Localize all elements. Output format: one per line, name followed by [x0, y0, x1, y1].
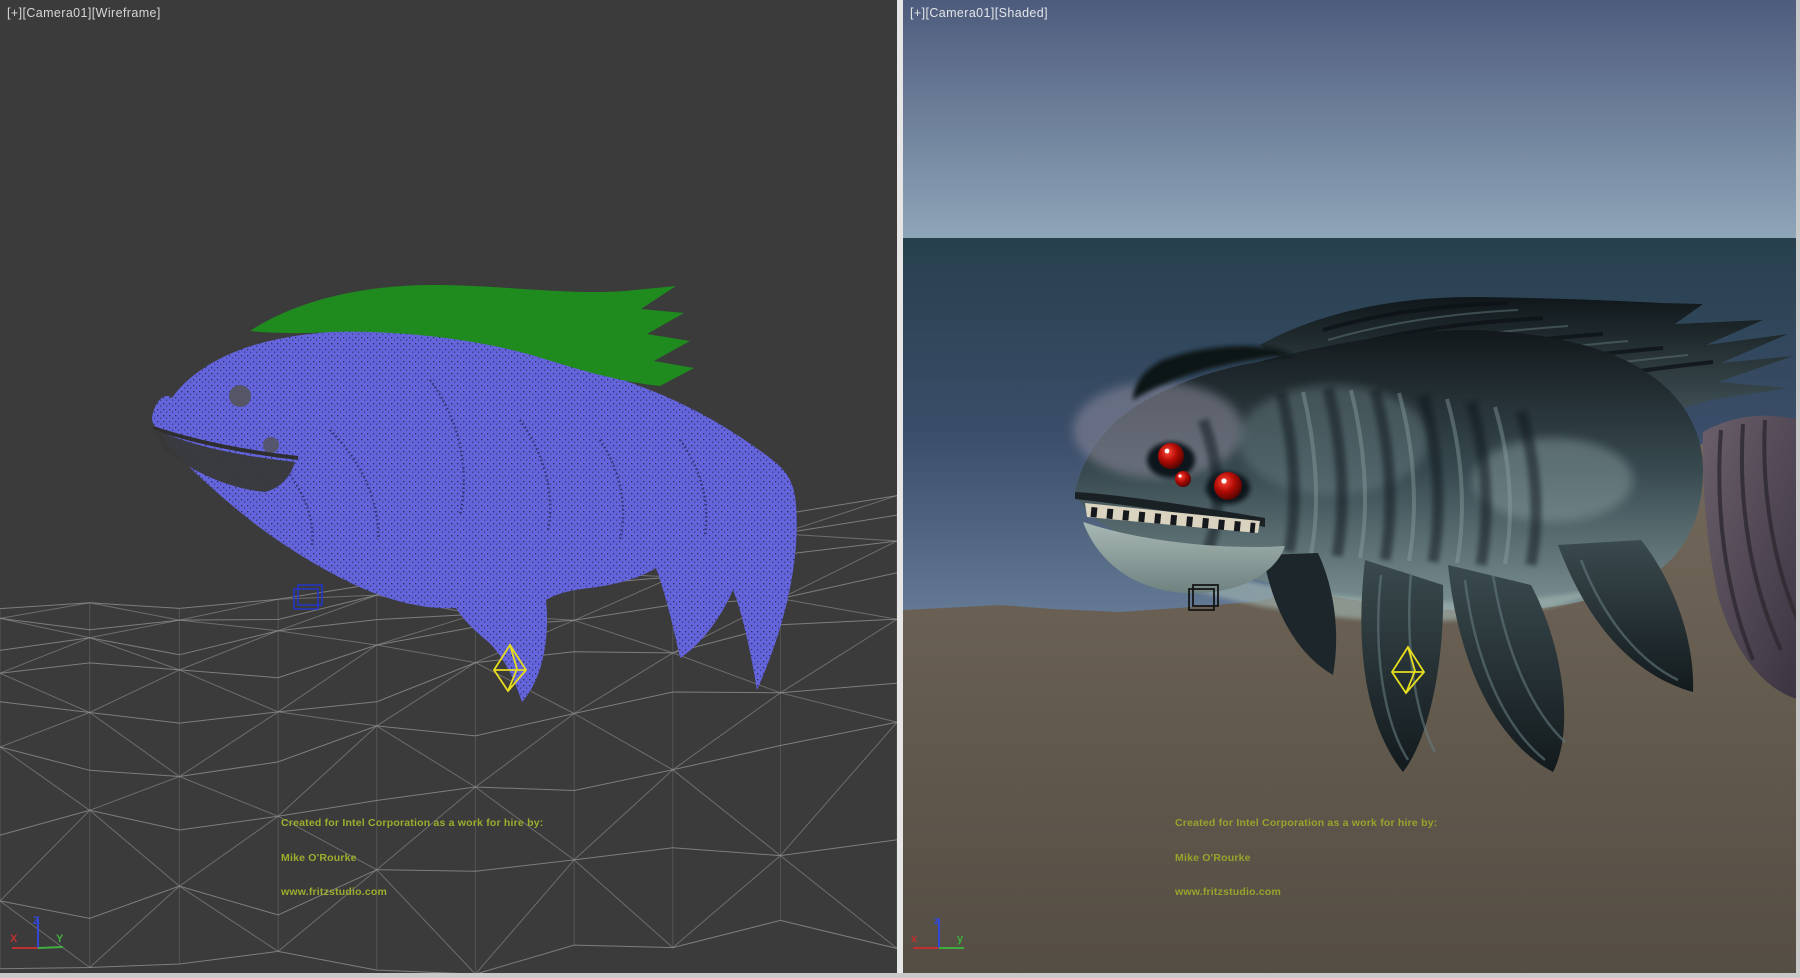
viewport-wireframe[interactable]: [+][Camera01][Wireframe] Created for Int…: [0, 0, 897, 978]
fish-eye-spot-small: [263, 437, 279, 453]
fish-eye-small: [1175, 471, 1191, 487]
viewport-shaded[interactable]: [+][Camera01][Shaded] Created for Intel …: [903, 0, 1800, 978]
window-edge-right: [1796, 0, 1800, 978]
world-axis-gizmo: X Z Y: [0, 912, 80, 974]
watermark-line-3: www.fritzstudio.com: [1175, 887, 1437, 899]
fish-model-wireframe[interactable]: [152, 285, 797, 702]
fish-eye-right: [1214, 472, 1242, 500]
watermark-credit: Created for Intel Corporation as a work …: [281, 795, 543, 922]
dual-viewport-area: [+][Camera01][Wireframe] Created for Int…: [0, 0, 1800, 978]
axis-z-label: Z: [33, 915, 40, 927]
helper-box-marker[interactable]: [294, 585, 322, 609]
tail-highlight: [1473, 438, 1633, 522]
viewport-label-shaded[interactable]: [+][Camera01][Shaded]: [910, 6, 1048, 20]
fish-eye-spot: [229, 385, 251, 407]
watermark-credit: Created for Intel Corporation as a work …: [1175, 795, 1437, 922]
viewport-label-wireframe[interactable]: [+][Camera01][Wireframe]: [7, 6, 161, 20]
watermark-line-1: Created for Intel Corporation as a work …: [281, 818, 543, 830]
axis-y-label: y: [957, 933, 964, 945]
window-edge-bottom: [0, 973, 1800, 978]
watermark-line-3: www.fritzstudio.com: [281, 887, 543, 899]
watermark-line-2: Mike O'Rourke: [281, 853, 543, 865]
watermark-line-1: Created for Intel Corporation as a work …: [1175, 818, 1437, 830]
axis-x-label: x: [911, 933, 918, 945]
fish-eye-large: [1158, 443, 1184, 469]
sky-backdrop: [903, 0, 1800, 240]
viewport-divider[interactable]: [897, 0, 903, 978]
world-axis-gizmo: x z y: [903, 912, 983, 974]
axis-z-label: z: [934, 915, 940, 927]
axis-x-label: X: [10, 933, 18, 945]
axis-y-label: Y: [56, 933, 64, 945]
watermark-line-2: Mike O'Rourke: [1175, 853, 1437, 865]
